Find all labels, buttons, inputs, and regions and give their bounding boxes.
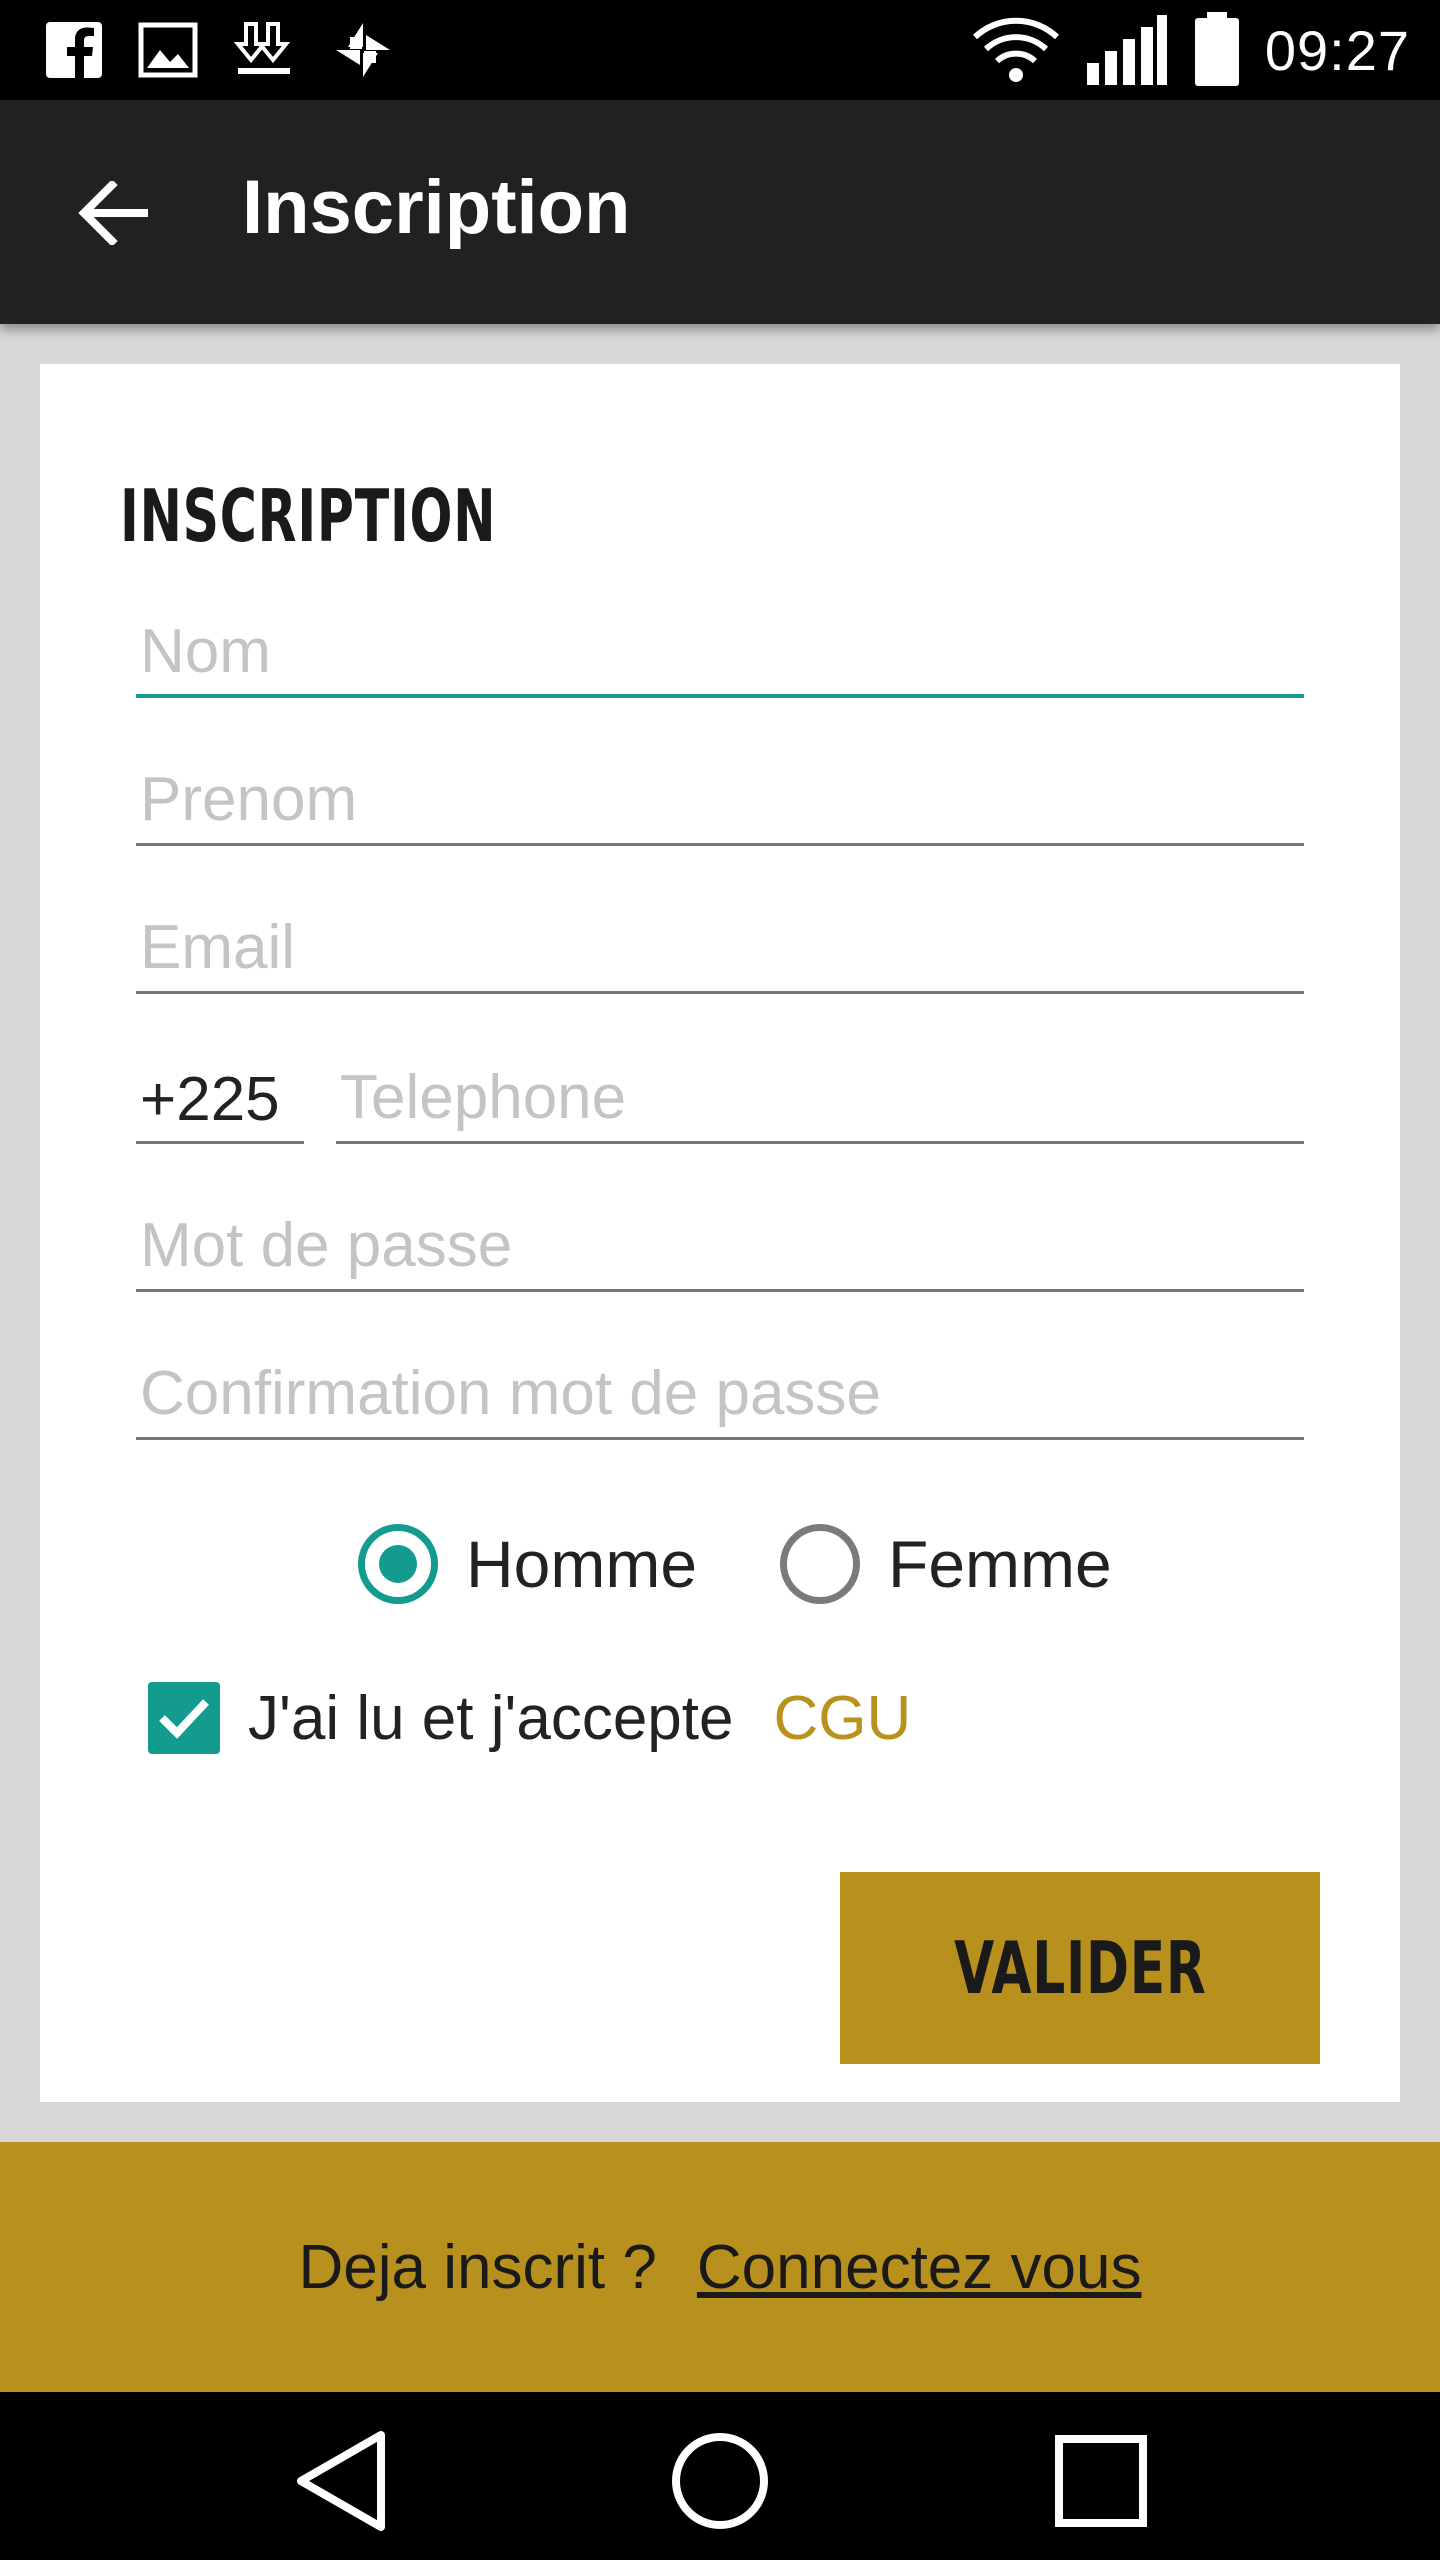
radio-homme-label: Homme bbox=[466, 1527, 698, 1601]
country-code: +225 bbox=[140, 1065, 280, 1134]
prenom-field[interactable] bbox=[136, 756, 1304, 846]
radio-unchecked-icon[interactable] bbox=[780, 1524, 860, 1604]
status-right-icons: 09:27 bbox=[971, 12, 1410, 88]
pinwheel-icon bbox=[336, 23, 390, 77]
home-circle-icon bbox=[672, 2433, 768, 2529]
signal-icon bbox=[1086, 15, 1167, 85]
login-banner: Deja inscrit ? Connectez vous bbox=[0, 2142, 1440, 2392]
recents-square-icon bbox=[1055, 2435, 1147, 2527]
valider-label: VALIDER bbox=[953, 1926, 1207, 2010]
form-heading: INSCRIPTION bbox=[120, 474, 497, 558]
terms-row: J'ai lu et j'accepte CGU bbox=[148, 1682, 911, 1754]
terms-label: J'ai lu et j'accepte bbox=[248, 1683, 734, 1753]
cgu-link[interactable]: CGU bbox=[774, 1683, 912, 1754]
telephone-input[interactable] bbox=[336, 1054, 1304, 1140]
app-bar: Inscription bbox=[0, 100, 1440, 324]
registration-card: INSCRIPTION +225 Homme Femme bbox=[40, 364, 1400, 2102]
status-time: 09:27 bbox=[1264, 18, 1410, 82]
country-code-field[interactable]: +225 bbox=[136, 1054, 304, 1144]
email-input[interactable] bbox=[136, 904, 1304, 990]
wifi-icon bbox=[972, 17, 1059, 82]
status-bar: 09:27 bbox=[0, 0, 1440, 100]
gallery-icon bbox=[138, 22, 198, 78]
back-button[interactable] bbox=[58, 158, 168, 268]
banner-text: Deja inscrit ? bbox=[298, 2232, 657, 2302]
email-field[interactable] bbox=[136, 904, 1304, 994]
back-triangle-icon bbox=[297, 2431, 385, 2531]
prenom-input[interactable] bbox=[136, 756, 1304, 842]
radio-femme[interactable]: Femme bbox=[780, 1524, 1112, 1604]
nav-recents-button[interactable] bbox=[1046, 2426, 1156, 2536]
nom-input[interactable] bbox=[136, 608, 1304, 694]
page-title: Inscription bbox=[242, 165, 631, 250]
password-field[interactable] bbox=[136, 1202, 1304, 1292]
nav-back-button[interactable] bbox=[286, 2426, 396, 2536]
facebook-icon bbox=[46, 22, 102, 78]
navigation-bar bbox=[0, 2392, 1440, 2560]
password-input[interactable] bbox=[136, 1202, 1304, 1288]
radio-checked-icon[interactable] bbox=[358, 1524, 438, 1604]
nav-home-button[interactable] bbox=[665, 2426, 775, 2536]
download-icon bbox=[233, 22, 291, 74]
nom-field[interactable] bbox=[136, 608, 1304, 698]
arrow-back-icon bbox=[78, 181, 148, 245]
valider-button[interactable]: VALIDER bbox=[840, 1872, 1320, 2064]
password-confirm-field[interactable] bbox=[136, 1350, 1304, 1440]
login-link[interactable]: Connectez vous bbox=[697, 2232, 1142, 2303]
checkmark-icon bbox=[159, 1699, 209, 1739]
gender-radio-group: Homme Femme bbox=[40, 1518, 1400, 1618]
radio-femme-label: Femme bbox=[888, 1527, 1112, 1601]
terms-checkbox[interactable] bbox=[148, 1682, 220, 1754]
status-left-icons bbox=[44, 16, 396, 84]
battery-icon bbox=[1194, 12, 1239, 86]
password-confirm-input[interactable] bbox=[136, 1350, 1304, 1436]
telephone-field[interactable] bbox=[336, 1054, 1304, 1144]
radio-homme[interactable]: Homme bbox=[358, 1524, 697, 1604]
